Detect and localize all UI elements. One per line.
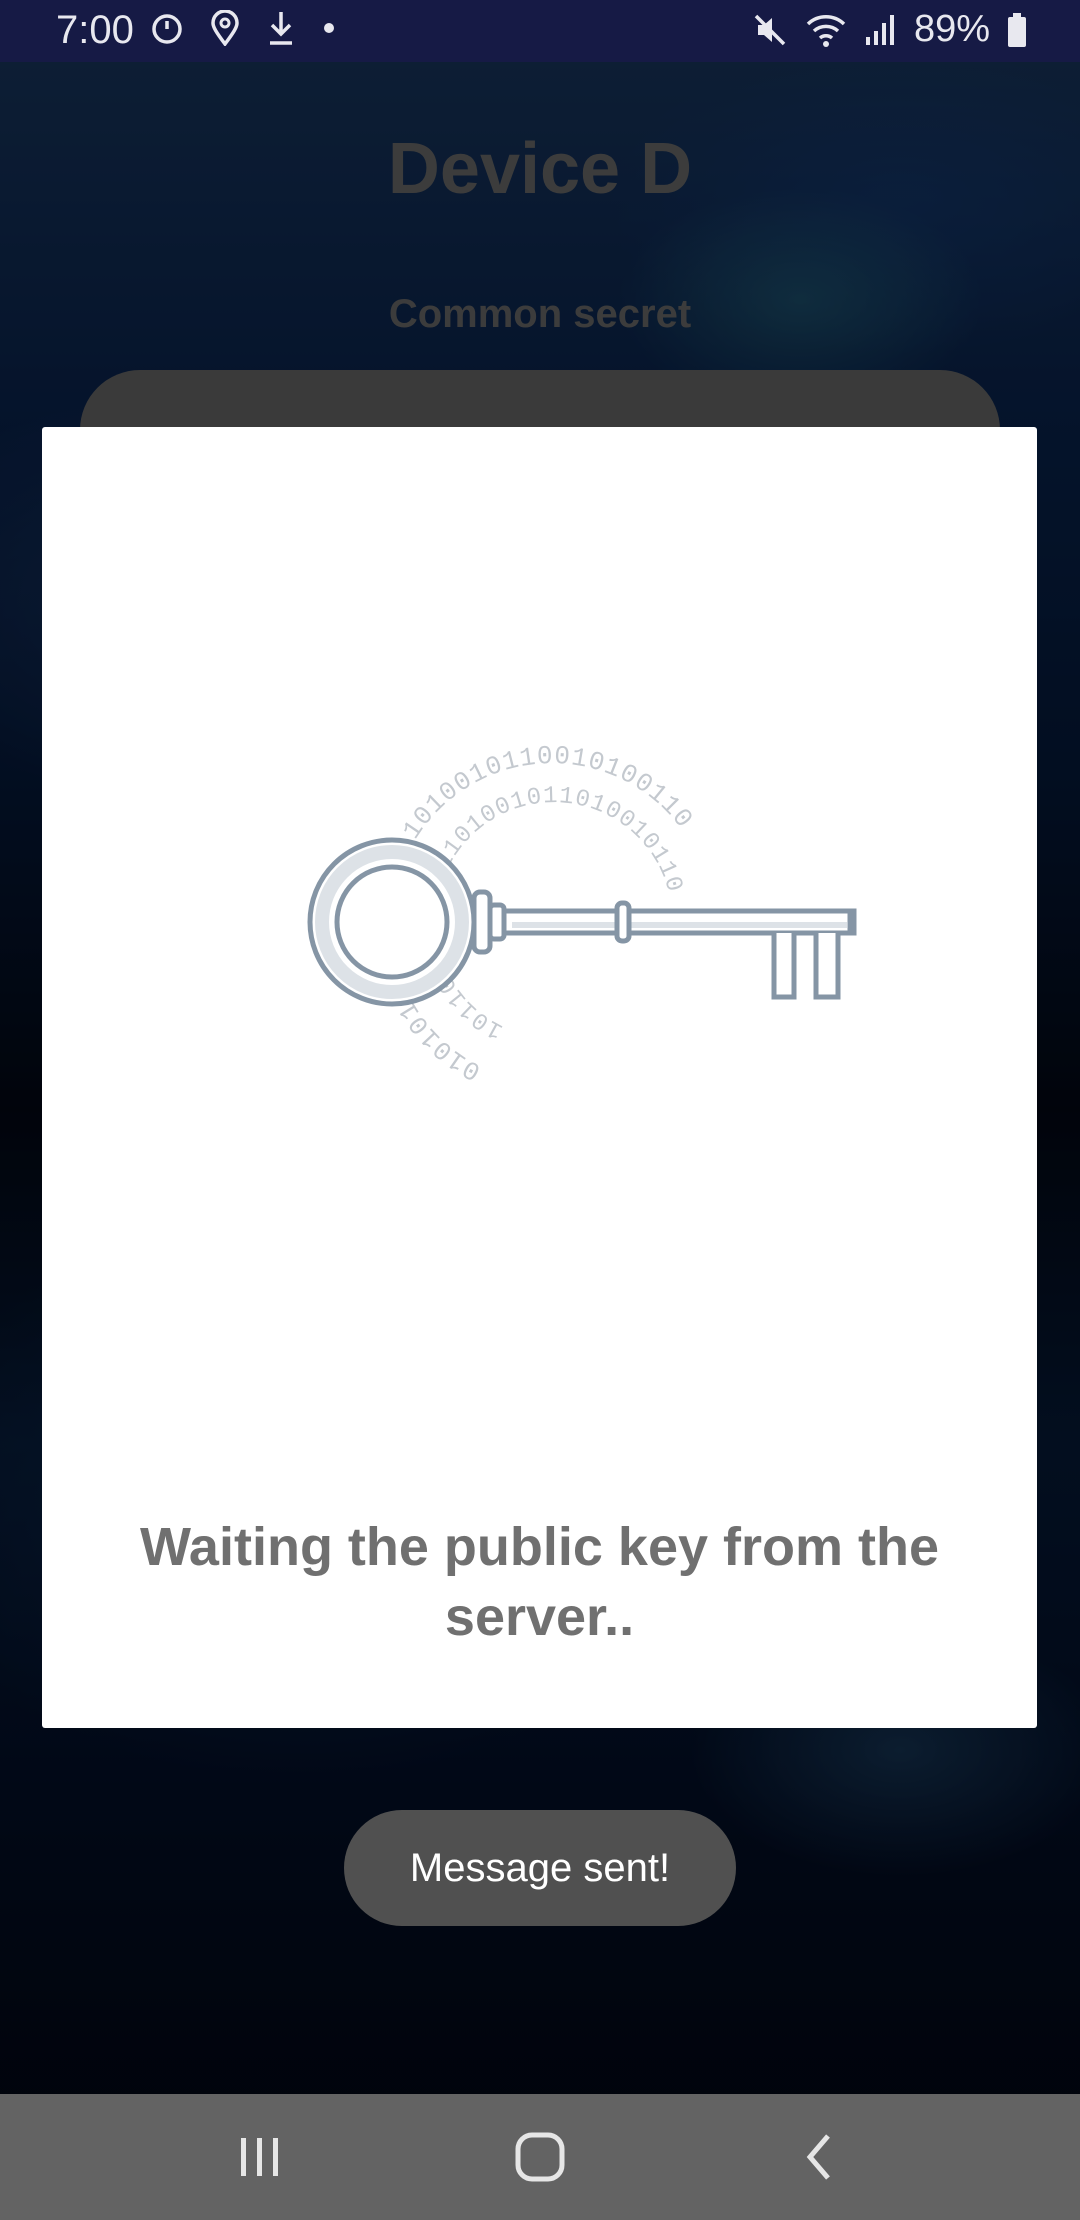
mute-icon [752, 12, 788, 48]
waiting-dialog: 01010110100101011010010110010100110 1011… [42, 427, 1037, 1728]
location-icon [210, 10, 240, 46]
back-icon [806, 2134, 830, 2180]
navigation-bar [0, 2094, 1080, 2220]
battery-icon [1006, 12, 1028, 48]
toast-message: Message sent! [344, 1810, 736, 1926]
status-right-icons: 89% [752, 8, 1028, 51]
dot-icon [322, 21, 336, 35]
status-time: 7:00 [56, 8, 134, 52]
wifi-icon [804, 12, 848, 48]
download-icon [266, 10, 296, 46]
status-bar: 7:00 89% [0, 0, 1080, 62]
toast-text: Message sent! [409, 1845, 671, 1890]
signal-icon [864, 13, 898, 47]
recent-apps-icon [241, 2138, 278, 2176]
home-icon [515, 2132, 565, 2182]
binary-key-icon: 01010110100101011010010110010100110 1011… [307, 741, 857, 1086]
dialog-message: Waiting the public key from the server.. [139, 1517, 940, 1647]
status-left-icons [150, 10, 336, 46]
timer-icon [150, 11, 184, 45]
back-button[interactable] [780, 2122, 860, 2192]
recent-apps-button[interactable] [220, 2122, 300, 2192]
home-button[interactable] [500, 2122, 580, 2192]
battery-percent: 89% [913, 8, 990, 50]
